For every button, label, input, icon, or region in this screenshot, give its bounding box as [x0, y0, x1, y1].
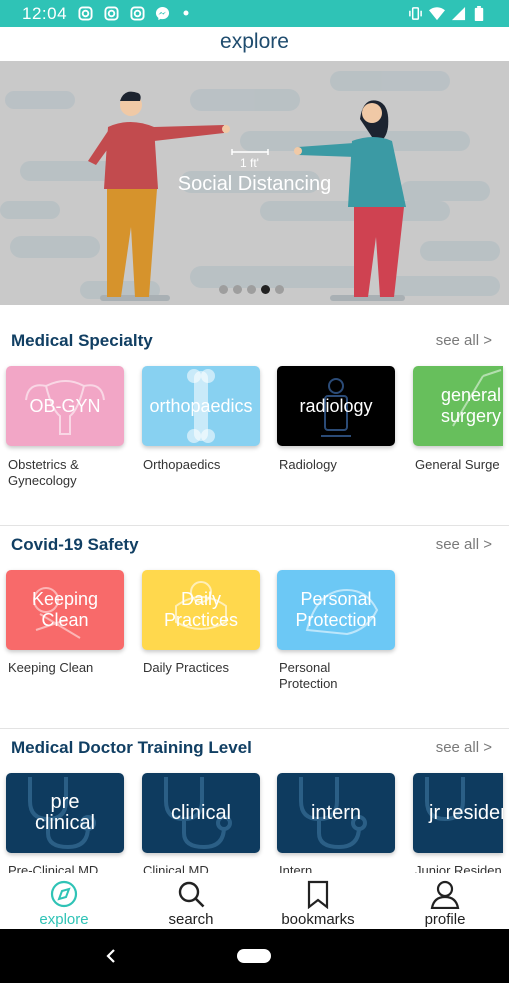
section-medical-specialty: Medical Specialty see all > OB-GYN Obste…: [0, 331, 509, 526]
card-junior-resident[interactable]: jr residen: [413, 773, 503, 853]
nav-label: bookmarks: [281, 911, 355, 928]
carousel-dot[interactable]: [233, 285, 242, 294]
status-bar: 12:04: [0, 0, 509, 27]
card-clinical[interactable]: clinical: [142, 773, 260, 853]
see-all-link[interactable]: see all >: [436, 332, 492, 349]
card-intern[interactable]: intern: [277, 773, 395, 853]
card-caption[interactable]: Keeping Clean: [8, 660, 130, 676]
instagram-icon: [104, 6, 119, 21]
nav-profile[interactable]: profile: [390, 873, 500, 929]
card-caption[interactable]: Personal Protection: [279, 660, 369, 692]
nav-label: profile: [424, 911, 466, 928]
section-title: Medical Doctor Training Level: [11, 738, 252, 757]
card-label: Daily Practices: [164, 589, 239, 630]
card-label: radiology: [299, 395, 373, 416]
hero-carousel[interactable]: 1 ft' Social Distancing: [0, 61, 509, 305]
system-nav-bar: [0, 929, 509, 983]
nav-bookmarks[interactable]: bookmarks: [263, 873, 373, 929]
bottom-nav: explore search bookmarks profile: [0, 873, 509, 929]
carousel-dot[interactable]: [219, 285, 228, 294]
card-caption[interactable]: Daily Practices: [143, 660, 265, 676]
section-title: Medical Specialty: [11, 331, 153, 350]
card-caption[interactable]: Junior Residen: [415, 863, 509, 873]
card-radiology[interactable]: radiology: [277, 366, 395, 446]
card-caption[interactable]: Orthopaedics: [143, 457, 265, 473]
card-general-surgery[interactable]: general surgery: [413, 366, 503, 446]
card-caption[interactable]: Intern: [279, 863, 401, 873]
card-caption[interactable]: Clinical MD: [143, 863, 265, 873]
compass-icon: [50, 880, 78, 908]
page-title: explore: [220, 30, 289, 53]
card-label: OB-GYN: [29, 395, 101, 416]
card-label: orthopaedics: [149, 395, 253, 416]
card-pre-clinical[interactable]: pre clinical: [6, 773, 124, 853]
nav-label: explore: [39, 911, 89, 928]
see-all-link[interactable]: see all >: [436, 739, 492, 756]
section-divider: [0, 728, 509, 729]
header: explore: [0, 27, 509, 61]
home-pill[interactable]: [237, 949, 271, 963]
card-label: intern: [310, 801, 362, 824]
card-ob-gyn[interactable]: OB-GYN: [6, 366, 124, 446]
card-keeping-clean[interactable]: Keeping Clean: [6, 570, 124, 650]
carousel-dot[interactable]: [275, 285, 284, 294]
section-title: Covid-19 Safety: [11, 535, 139, 554]
card-label: Keeping Clean: [31, 589, 99, 630]
card-caption[interactable]: Obstetrics & Gynecology: [8, 457, 130, 489]
back-icon[interactable]: [104, 948, 118, 964]
see-all-link[interactable]: see all >: [436, 536, 492, 553]
battery-icon: [474, 6, 484, 21]
nav-explore[interactable]: explore: [9, 873, 119, 929]
card-caption[interactable]: General Surge: [415, 457, 509, 473]
card-label: pre clinical: [34, 791, 96, 834]
card-label: general surgery: [441, 385, 502, 426]
distance-label: 1 ft': [240, 156, 259, 170]
bookmark-icon: [307, 880, 329, 909]
card-label: Personal Protection: [295, 589, 377, 630]
profile-icon: [430, 880, 460, 909]
instagram-icon: [78, 6, 93, 21]
section-covid-safety: Covid-19 Safety see all > Keeping Clean …: [0, 535, 509, 727]
dot-icon: [183, 10, 189, 16]
vibrate-icon: [409, 7, 422, 20]
messenger-icon: [155, 6, 170, 21]
carousel-dot-active[interactable]: [261, 285, 270, 294]
nav-search[interactable]: search: [136, 873, 246, 929]
nav-label: search: [168, 911, 214, 928]
carousel-dot[interactable]: [247, 285, 256, 294]
card-orthopaedics[interactable]: orthopaedics: [142, 366, 260, 446]
section-divider: [0, 525, 509, 526]
signal-icon: [451, 6, 466, 21]
section-training-level: Medical Doctor Training Level see all > …: [0, 738, 509, 873]
card-label: clinical: [170, 801, 232, 824]
card-caption[interactable]: Pre-Clinical MD: [8, 863, 130, 873]
card-caption[interactable]: Radiology: [279, 457, 401, 473]
card-daily-practices[interactable]: Daily Practices: [142, 570, 260, 650]
banner-title: Social Distancing: [177, 173, 332, 195]
carousel-dots[interactable]: [219, 281, 289, 294]
status-time: 12:04: [22, 4, 68, 23]
card-personal-protection[interactable]: Personal Protection: [277, 570, 395, 650]
card-label: jr residen: [429, 801, 503, 824]
wifi-icon: [429, 7, 445, 21]
search-icon: [178, 881, 205, 908]
instagram-icon: [130, 6, 145, 21]
